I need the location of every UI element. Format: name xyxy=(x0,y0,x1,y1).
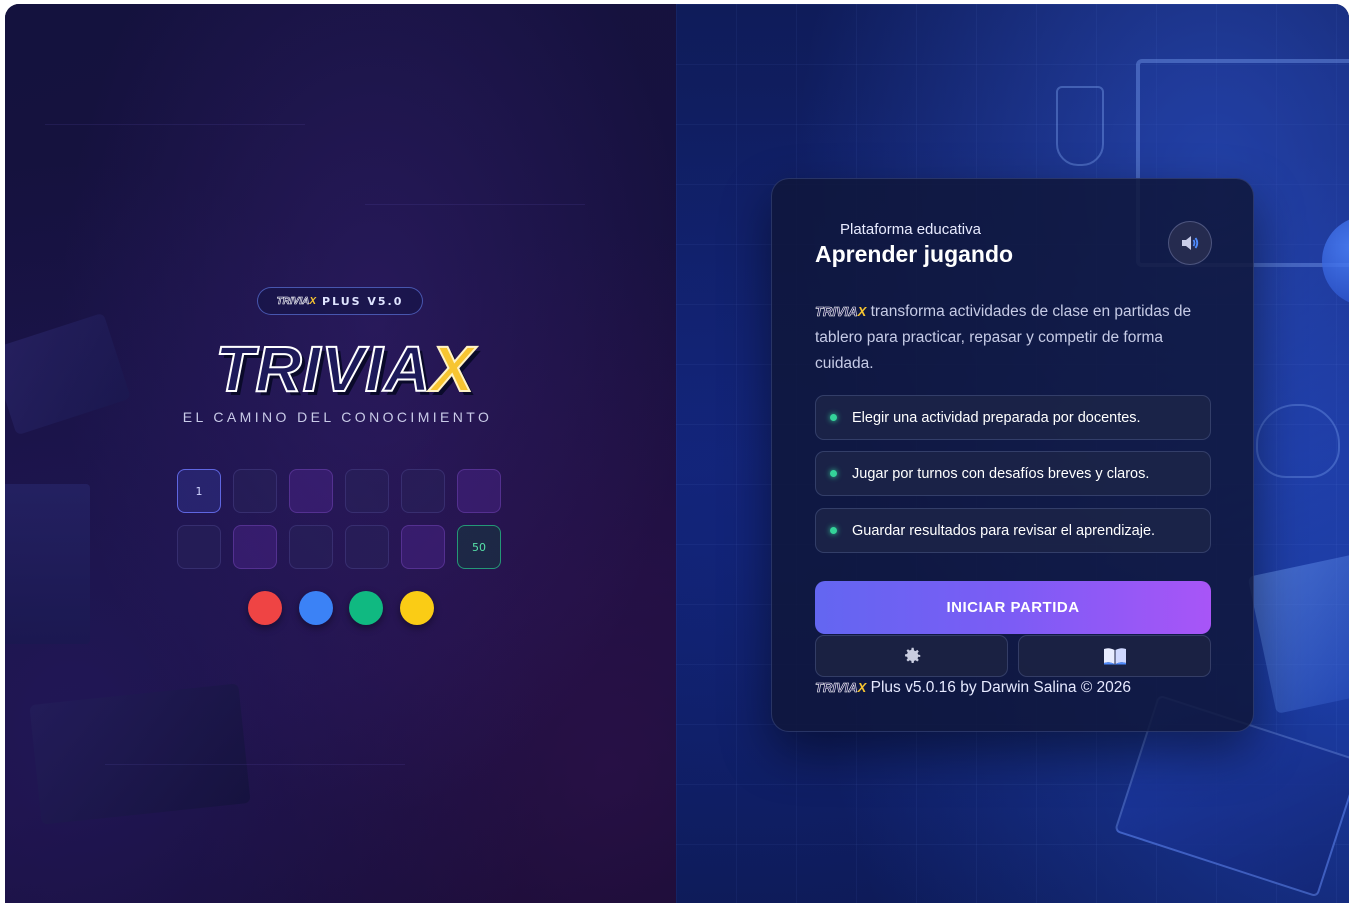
board-tile xyxy=(233,525,277,569)
board-tile xyxy=(289,525,333,569)
inline-logo: TRIVIAX xyxy=(815,680,867,696)
feature-item: Elegir una actividad preparada por docen… xyxy=(815,395,1211,440)
app-logo: TRIVIAX xyxy=(214,333,475,405)
decorative-line xyxy=(365,204,585,205)
bullet-dot-icon xyxy=(830,527,837,534)
bullet-dot-icon xyxy=(830,470,837,477)
app-window: TRIVIAX PLUS V5.0 TRIVIAX EL CAMINO DEL … xyxy=(5,4,1349,903)
token-green xyxy=(349,591,383,625)
book-icon xyxy=(1103,648,1126,665)
speaker-icon xyxy=(1182,236,1199,250)
card-eyebrow: Plataforma educativa xyxy=(840,221,981,238)
board-tile-finish: 50 xyxy=(457,525,501,569)
decorative-book xyxy=(29,683,251,825)
mini-logo: TRIVIAX xyxy=(276,295,317,307)
feature-item: Jugar por turnos con desafíos breves y c… xyxy=(815,451,1211,496)
footer-text: Plus v5.0.16 by Darwin Salina © 2026 xyxy=(870,679,1132,696)
board-tile xyxy=(401,525,445,569)
flask-icon xyxy=(1056,86,1104,166)
board-tile xyxy=(401,469,445,513)
decorative-book xyxy=(5,312,131,436)
player-tokens xyxy=(248,591,438,625)
decorative-line xyxy=(105,764,405,765)
board-tile-start: 1 xyxy=(177,469,221,513)
inline-logo: TRIVIAX xyxy=(815,304,867,320)
token-red xyxy=(248,591,282,625)
board-preview: 1 50 xyxy=(177,469,503,571)
start-game-button[interactable]: INICIAR PARTIDA xyxy=(815,581,1211,634)
feature-item: Guardar resultados para revisar el apren… xyxy=(815,508,1211,553)
board-tile xyxy=(345,525,389,569)
version-badge: TRIVIAX PLUS V5.0 xyxy=(257,287,423,315)
token-blue xyxy=(299,591,333,625)
decorative-line xyxy=(45,124,305,125)
welcome-card: Plataforma educativa Aprender jugando TR… xyxy=(771,178,1254,732)
decorative-book-stack xyxy=(5,484,90,644)
card-footer: TRIVIAX Plus v5.0.16 by Darwin Salina © … xyxy=(815,679,1131,697)
guide-button[interactable] xyxy=(1018,635,1211,677)
board-tile xyxy=(233,469,277,513)
settings-button[interactable] xyxy=(815,635,1008,677)
version-badge-text: PLUS V5.0 xyxy=(322,294,404,308)
tagline: EL CAMINO DEL CONOCIMIENTO xyxy=(182,409,493,425)
gear-icon xyxy=(904,647,920,663)
board-tile xyxy=(457,469,501,513)
card-description: TRIVIAX transforma actividades de clase … xyxy=(815,303,1192,372)
brain-icon xyxy=(1256,404,1340,478)
sound-toggle-button[interactable] xyxy=(1168,221,1212,265)
hero-panel: TRIVIAX PLUS V5.0 TRIVIAX EL CAMINO DEL … xyxy=(5,4,676,903)
board-tile xyxy=(345,469,389,513)
board-tile xyxy=(289,469,333,513)
token-yellow xyxy=(400,591,434,625)
board-tile xyxy=(177,525,221,569)
bullet-dot-icon xyxy=(830,414,837,421)
card-title: Aprender jugando xyxy=(815,241,1014,267)
